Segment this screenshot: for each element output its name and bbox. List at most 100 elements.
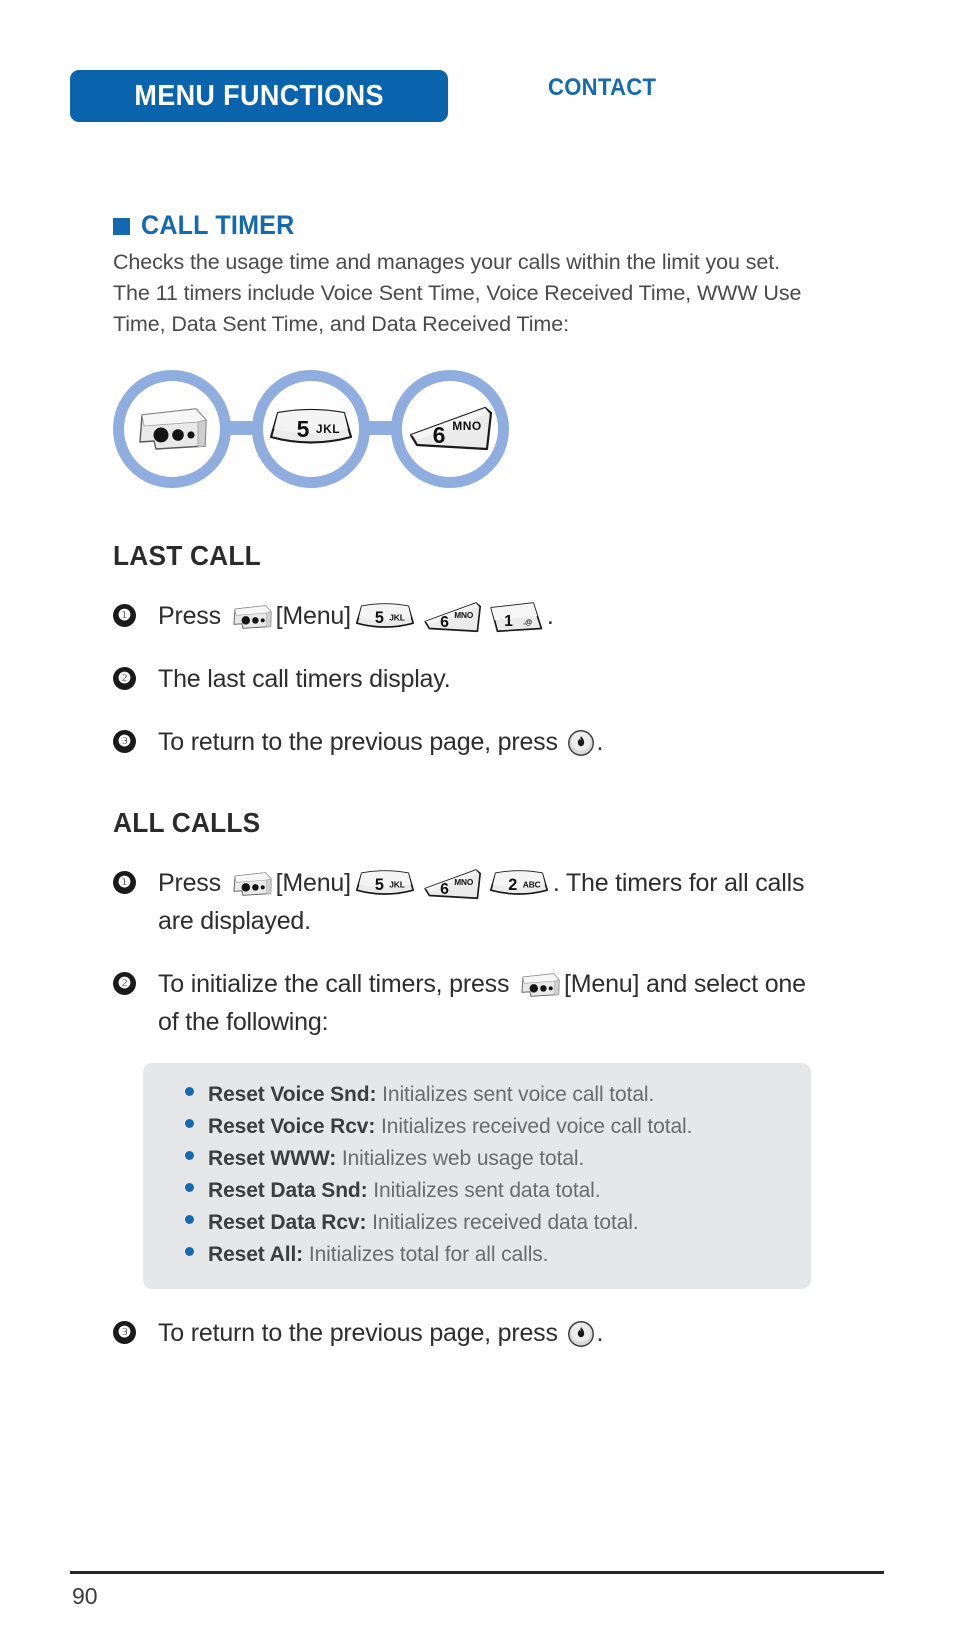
reset-option: Reset Data Snd: Initializes sent data to… [208, 1175, 601, 1207]
svg-text:5: 5 [297, 416, 310, 442]
key-2-icon: 2 ABC [487, 869, 551, 900]
svg-text:ABC: ABC [523, 879, 541, 889]
svg-text:5: 5 [375, 609, 384, 627]
key-sequence-diagram: 5 JKL 6 MNO [113, 370, 533, 498]
list-item: Reset WWW: Initializes web usage total. [143, 1143, 811, 1175]
reset-option: Reset Voice Rcv: Initializes received vo… [208, 1111, 692, 1143]
svg-text:6: 6 [440, 881, 449, 898]
svg-text:6: 6 [440, 614, 449, 631]
diagram-node-key-6: 6 MNO [391, 370, 509, 488]
step-last-call-3: ❸ To return to the previous page, press … [113, 723, 813, 761]
reset-option-label: Reset All: [208, 1243, 304, 1266]
section-title-row: CALL TIMER [113, 210, 813, 241]
step-text: Press [Menu] 5 JKL [158, 864, 813, 940]
end-key-icon [567, 1320, 595, 1348]
step-text-pre: Press [158, 869, 221, 897]
list-item: Reset Voice Snd: Initializes sent voice … [143, 1079, 811, 1111]
step-all-calls-3: ❸ To return to the previous page, press … [113, 1314, 813, 1352]
reset-option-description: Initializes web usage total. [341, 1147, 585, 1170]
step-menu-label: [Menu] [275, 869, 351, 897]
svg-text:JKL: JKL [316, 422, 340, 436]
section-intro-text: Checks the usage time and manages your c… [113, 250, 802, 336]
diagram-node-key-5: 5 JKL [252, 370, 370, 488]
page-content: CALL TIMER Checks the usage time and man… [113, 210, 813, 1352]
footer-divider [70, 1571, 884, 1574]
svg-text:6: 6 [433, 422, 446, 448]
reset-option-label: Reset Voice Snd: [208, 1083, 377, 1106]
key-6-icon: 6 MNO [407, 405, 493, 453]
list-item: Reset Voice Rcv: Initializes received vo… [143, 1111, 811, 1143]
section-bullet-square-icon [113, 218, 130, 235]
header-tab-menu-functions: MENU FUNCTIONS [70, 70, 448, 122]
key-1-icon: 1 .@ [487, 601, 545, 634]
list-item: Reset Data Rcv: Initializes received dat… [143, 1207, 811, 1239]
step-text: To return to the previous page, press . [158, 1314, 603, 1352]
step-all-calls-2: ❷ To initialize the call timers, press [… [113, 965, 813, 1041]
step-text-post: . [596, 1319, 604, 1347]
reset-option-description: Initializes total for all calls. [308, 1243, 549, 1266]
svg-text:MNO: MNO [454, 611, 474, 620]
key-6-icon: 6 MNO [421, 601, 483, 634]
step-all-calls-1: ❶ Press [Menu] 5 JKL 6 MNO 2 ABC . The t… [113, 864, 813, 940]
step-text: To return to the previous page, press . [158, 723, 603, 761]
reset-option-label: Reset Data Snd: [208, 1179, 368, 1202]
step-text-post: . [596, 728, 604, 756]
key-5-icon: 5 JKL [268, 407, 354, 451]
step-last-call-2: ❷ The last call timers display. [113, 660, 813, 698]
subheading-last-call: LAST CALL [113, 540, 261, 571]
step-text-pre: To return to the previous page, press [158, 1319, 558, 1347]
page-header: MENU FUNCTIONS CONTACT [0, 0, 954, 150]
svg-text:JKL: JKL [389, 612, 405, 622]
reset-option-label: Reset Data Rcv: [208, 1211, 367, 1234]
svg-text:1: 1 [504, 613, 513, 630]
step-text-pre: To return to the previous page, press [158, 728, 558, 756]
step-text: Press [Menu] 5 JKL [158, 597, 554, 635]
step-number: ❸ [113, 730, 136, 753]
reset-option: Reset Voice Snd: Initializes sent voice … [208, 1079, 654, 1111]
list-item: Reset All: Initializes total for all cal… [143, 1239, 811, 1271]
step-text: The last call timers display. [158, 665, 451, 693]
menu-softkey-icon [230, 604, 274, 630]
step-text-pre: Press [158, 602, 221, 630]
menu-softkey-icon [518, 972, 562, 998]
end-key-icon [567, 729, 595, 757]
diagram-node-menu-key [113, 370, 231, 488]
reset-option-description: Initializes received voice call total. [381, 1115, 693, 1138]
svg-text:JKL: JKL [389, 879, 405, 889]
reset-option: Reset All: Initializes total for all cal… [208, 1239, 549, 1271]
menu-softkey-icon [136, 406, 208, 452]
reset-option-description: Initializes sent data total. [373, 1179, 601, 1202]
step-text-post: . [546, 602, 554, 630]
header-tab-label: MENU FUNCTIONS [134, 79, 384, 112]
reset-option: Reset WWW: Initializes web usage total. [208, 1143, 584, 1175]
reset-option-description: Initializes received data total. [372, 1211, 639, 1234]
bullet-icon [185, 1215, 194, 1224]
svg-text:MNO: MNO [452, 419, 482, 433]
reset-option-description: Initializes sent voice call total. [382, 1083, 655, 1106]
list-item: Reset Data Snd: Initializes sent data to… [143, 1175, 811, 1207]
svg-text:2: 2 [508, 876, 517, 894]
step-text: To initialize the call timers, press [Me… [158, 965, 813, 1041]
bullet-icon [185, 1247, 194, 1256]
reset-option-label: Reset WWW: [208, 1147, 337, 1170]
step-number: ❷ [113, 667, 136, 690]
page-number: 90 [72, 1583, 98, 1609]
bullet-icon [185, 1183, 194, 1192]
key-5-icon: 5 JKL [353, 602, 417, 633]
header-section-label: CONTACT [548, 74, 657, 101]
step-number: ❶ [113, 871, 136, 894]
reset-option-label: Reset Voice Rcv: [208, 1115, 376, 1138]
reset-option: Reset Data Rcv: Initializes received dat… [208, 1207, 639, 1239]
bullet-icon [185, 1119, 194, 1128]
svg-text:MNO: MNO [454, 878, 474, 887]
menu-softkey-icon [230, 871, 274, 897]
step-text-pre: To initialize the call timers, press [158, 970, 510, 998]
bullet-icon [185, 1087, 194, 1096]
step-number: ❷ [113, 972, 136, 995]
step-number: ❸ [113, 1321, 136, 1344]
subheading-all-calls: ALL CALLS [113, 807, 261, 838]
reset-options-panel: Reset Voice Snd: Initializes sent voice … [143, 1063, 811, 1289]
key-5-icon: 5 JKL [353, 869, 417, 900]
step-number: ❶ [113, 604, 136, 627]
step-last-call-1: ❶ Press [Menu] 5 JKL 6 MNO 1 .@ . [113, 597, 813, 635]
